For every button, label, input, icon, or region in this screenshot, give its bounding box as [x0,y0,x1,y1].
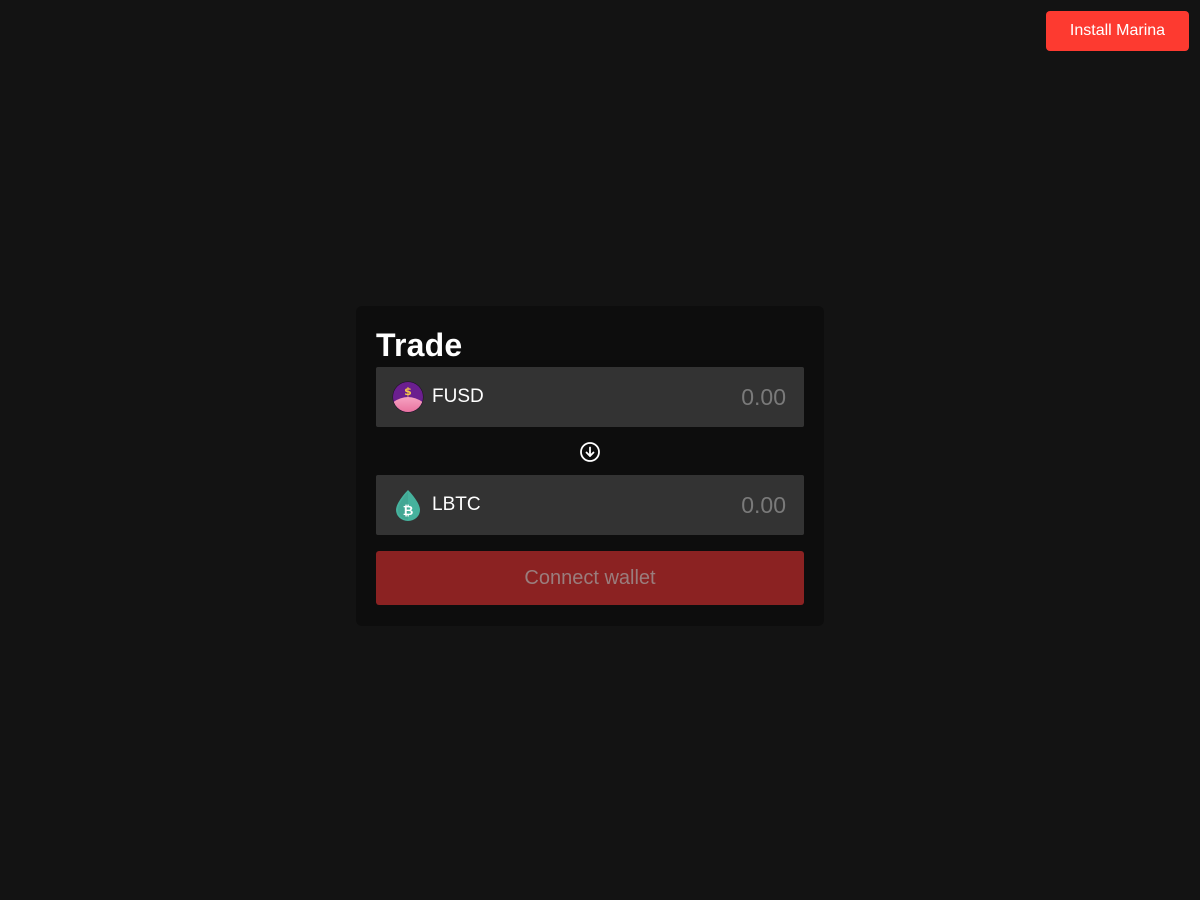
to-asset-row: ₿ LBTC [376,475,804,535]
from-asset-name[interactable]: FUSD [432,386,484,408]
svg-text:$: $ [404,385,412,398]
trade-title: Trade [376,327,463,363]
from-asset-row: $ FUSD [376,367,804,427]
to-asset-name[interactable]: LBTC [432,494,481,516]
from-amount-input[interactable] [646,383,786,411]
arrow-down-circle-icon [579,441,601,463]
connect-wallet-button[interactable]: Connect wallet [376,551,804,605]
lbtc-token-icon[interactable]: ₿ [392,489,424,521]
trade-card: Trade $ FUSD 0.00 ₿ LBTC 0.00 Connect wa… [356,306,824,626]
swap-direction-button[interactable] [578,440,602,464]
install-marina-button[interactable]: Install Marina [1046,11,1189,51]
to-amount-input[interactable] [646,491,786,519]
svg-text:₿: ₿ [403,504,414,519]
fusd-token-icon[interactable]: $ [392,381,424,413]
